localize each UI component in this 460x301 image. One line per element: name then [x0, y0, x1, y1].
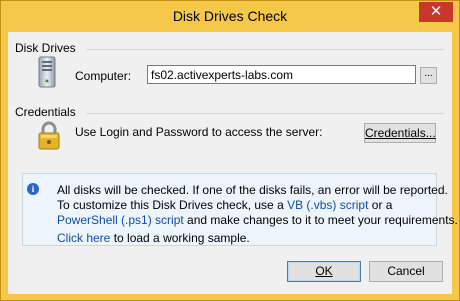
info-line: All disks will be checked. If one of the…: [57, 183, 448, 197]
ok-button[interactable]: OK: [287, 261, 361, 282]
info-line: PowerShell (.ps1) script and make change…: [57, 213, 458, 227]
close-button[interactable]: ✕: [419, 2, 453, 22]
powershell-script-link[interactable]: PowerShell (.ps1) script: [57, 213, 184, 227]
window-title: Disk Drives Check: [172, 8, 288, 24]
credentials-group-label: Credentials: [15, 105, 76, 119]
info-text: or a: [368, 198, 393, 212]
title-bar[interactable]: Disk Drives Check ✕: [1, 1, 459, 32]
computer-label: Computer:: [75, 69, 132, 83]
credentials-description: Use Login and Password to access the ser…: [75, 125, 323, 139]
lock-icon: [38, 121, 60, 150]
info-text: To customize this Disk Drives check, use…: [57, 198, 288, 212]
info-line: To customize this Disk Drives check, use…: [57, 198, 392, 212]
ok-button-label: OK: [315, 264, 333, 278]
browse-button[interactable]: ...: [420, 67, 437, 84]
info-text: to load a working sample.: [110, 231, 250, 245]
server-icon: [38, 56, 56, 88]
vbs-script-link[interactable]: VB (.vbs) script: [287, 198, 368, 212]
credentials-button-label: Credentials...: [365, 126, 436, 140]
computer-input[interactable]: fs02.activexperts-labs.com: [147, 65, 416, 84]
info-icon: i: [27, 183, 39, 195]
info-line: Click here to load a working sample.: [57, 231, 250, 245]
info-panel: i All disks will be checked. If one of t…: [22, 173, 458, 246]
info-text: and make changes to it to meet your requ…: [183, 213, 458, 227]
credentials-button[interactable]: Credentials...: [364, 123, 436, 143]
group-divider: [86, 113, 445, 114]
click-here-link[interactable]: Click here: [57, 231, 110, 245]
dialog-body: Disk Drives Computer: fs02.activexperts-…: [8, 32, 458, 294]
disk-drives-group-label: Disk Drives: [15, 41, 76, 55]
dialog-window: Disk Drives Check ✕ Disk Drives Computer…: [0, 0, 460, 301]
group-divider: [86, 49, 445, 50]
cancel-button[interactable]: Cancel: [369, 261, 443, 282]
